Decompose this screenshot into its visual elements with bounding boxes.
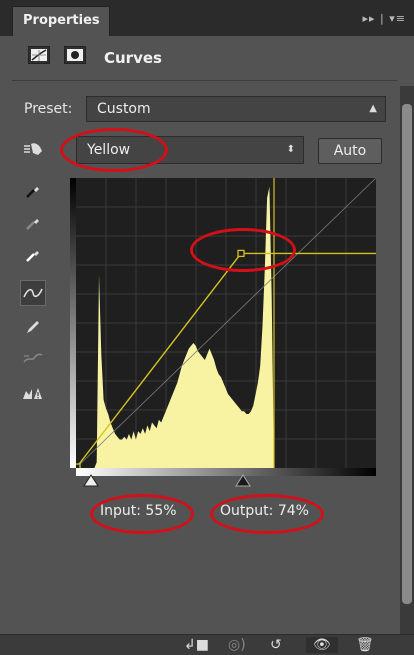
curves-graph[interactable]: [73, 177, 377, 471]
annotation-ellipse-point: [190, 228, 296, 272]
clipping-warning-icon[interactable]: [20, 380, 46, 406]
annotation-ellipse-input: [90, 494, 194, 534]
panel-menu-controls[interactable]: ▸▸ | ▾≡: [363, 12, 406, 25]
on-image-adjust-icon[interactable]: [20, 136, 46, 162]
annotation-ellipse-channel: [60, 128, 168, 172]
output-gradient-bar: [70, 178, 76, 468]
black-point-slider[interactable]: [82, 474, 100, 488]
properties-tab[interactable]: Properties: [12, 6, 110, 36]
preset-label: Preset:: [24, 101, 73, 117]
preset-value: Custom: [97, 101, 151, 117]
scrollbar-thumb[interactable]: [402, 104, 412, 604]
adjustment-title: Curves: [104, 49, 162, 67]
curve-point-icon[interactable]: [20, 280, 46, 306]
clip-to-layer-icon[interactable]: ↲■: [184, 637, 209, 653]
trash-icon[interactable]: 🗑: [356, 637, 374, 653]
white-point-slider[interactable]: [234, 474, 252, 488]
preset-select[interactable]: Custom ▲: [86, 96, 386, 122]
updown-arrows-icon: ▲: [369, 103, 377, 114]
pencil-draw-icon[interactable]: [20, 314, 46, 340]
sample-black-point-icon[interactable]: [20, 178, 46, 204]
smooth-curve-icon[interactable]: [20, 346, 46, 372]
header-divider: [12, 80, 397, 81]
mask-icon[interactable]: [64, 46, 86, 64]
sample-gray-point-icon[interactable]: [20, 210, 46, 236]
reset-icon[interactable]: ↺: [270, 637, 282, 653]
toggle-visibility-preview-icon[interactable]: ◎): [228, 637, 246, 653]
curves-adjustment-icon[interactable]: [28, 46, 50, 64]
input-gradient-bar: [76, 468, 376, 476]
panel-scrollbar[interactable]: [400, 86, 414, 634]
panel-bottom-bar: ↲■ ◎) ↺ 👁 🗑: [0, 634, 414, 655]
properties-panel: Properties ▸▸ | ▾≡ Curves Preset: Custom…: [0, 0, 414, 655]
auto-button[interactable]: Auto: [318, 138, 382, 164]
panel-tab-bar: Properties ▸▸ | ▾≡: [0, 0, 414, 36]
eye-icon[interactable]: 👁: [306, 637, 338, 653]
sample-white-point-icon[interactable]: [20, 242, 46, 268]
updown-arrows-icon: ⬍: [286, 144, 295, 155]
annotation-ellipse-output: [210, 494, 324, 534]
